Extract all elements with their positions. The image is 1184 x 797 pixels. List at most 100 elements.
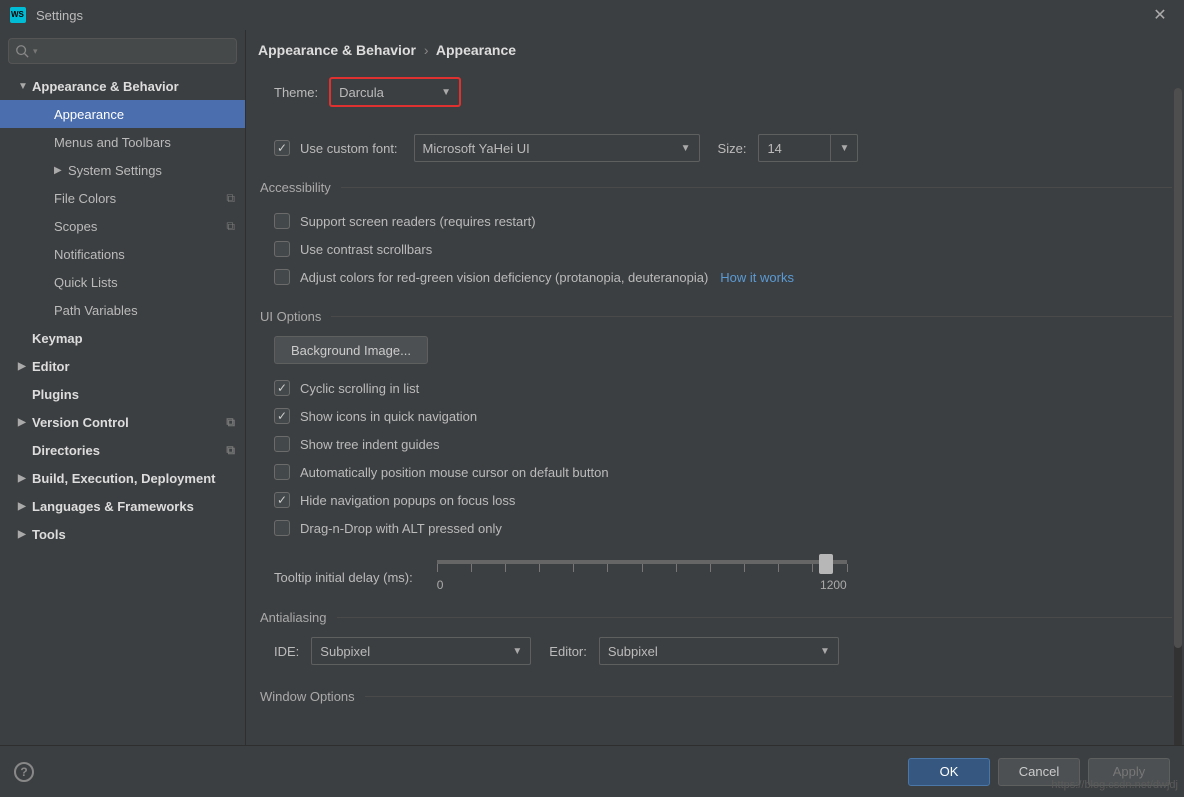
- sidebar-item-label: Quick Lists: [54, 275, 118, 290]
- dnd-alt-checkbox[interactable]: [274, 520, 290, 536]
- sidebar-item-file-colors[interactable]: File Colors⧉: [0, 184, 245, 212]
- sidebar-item-label: Plugins: [32, 387, 79, 402]
- section-window-options: Window Options: [260, 689, 1172, 704]
- screen-readers-checkbox[interactable]: [274, 213, 290, 229]
- tree-guides-checkbox[interactable]: [274, 436, 290, 452]
- slider-min: 0: [437, 578, 444, 592]
- sidebar-item-label: Languages & Frameworks: [32, 499, 194, 514]
- sidebar-item-label: Scopes: [54, 219, 97, 234]
- tree-guides-label: Show tree indent guides: [300, 437, 439, 452]
- sidebar-item-directories[interactable]: Directories ⧉: [0, 436, 245, 464]
- sidebar-item-label: Menus and Toolbars: [54, 135, 171, 150]
- dialog-footer: ? OK Cancel Apply: [0, 745, 1184, 797]
- chevron-right-icon: ▶: [18, 473, 28, 484]
- app-icon: [10, 7, 26, 23]
- sidebar-item-system-settings[interactable]: ▶System Settings: [0, 156, 245, 184]
- copy-icon: ⧉: [226, 415, 235, 430]
- sidebar-item-appearance[interactable]: Appearance: [0, 100, 245, 128]
- sidebar-item-appearance-behavior[interactable]: ▼ Appearance & Behavior: [0, 72, 245, 100]
- sidebar-item-label: Build, Execution, Deployment: [32, 471, 215, 486]
- title-bar: Settings ✕: [0, 0, 1184, 30]
- chevron-down-icon: ▼: [840, 143, 850, 154]
- theme-select[interactable]: Darcula ▼: [330, 78, 460, 106]
- chevron-right-icon: ▶: [54, 165, 64, 176]
- sidebar-item-version-control[interactable]: ▶ Version Control ⧉: [0, 408, 245, 436]
- copy-icon: ⧉: [226, 443, 235, 458]
- sidebar-item-path-variables[interactable]: Path Variables: [0, 296, 245, 324]
- search-icon: [15, 44, 29, 58]
- auto-cursor-checkbox[interactable]: [274, 464, 290, 480]
- sidebar-item-label: Directories: [32, 443, 100, 458]
- sidebar-item-menus-and-toolbars[interactable]: Menus and Toolbars: [0, 128, 245, 156]
- ok-button[interactable]: OK: [908, 758, 990, 786]
- chevron-right-icon: ▶: [18, 417, 28, 428]
- font-select[interactable]: Microsoft YaHei UI ▼: [414, 134, 700, 162]
- sidebar-item-languages-frameworks[interactable]: ▶ Languages & Frameworks: [0, 492, 245, 520]
- cyclic-scrolling-checkbox[interactable]: [274, 380, 290, 396]
- editor-aa-value: Subpixel: [608, 644, 658, 659]
- colorblind-checkbox[interactable]: [274, 269, 290, 285]
- chevron-right-icon: ▶: [18, 501, 28, 512]
- sidebar-item-label: Editor: [32, 359, 70, 374]
- icons-nav-checkbox[interactable]: [274, 408, 290, 424]
- sidebar-item-quick-lists[interactable]: Quick Lists: [0, 268, 245, 296]
- chevron-down-icon: ▼: [681, 143, 691, 154]
- sidebar-item-label: Appearance & Behavior: [32, 79, 179, 94]
- how-it-works-link[interactable]: How it works: [720, 270, 794, 285]
- font-size-value: 14: [767, 141, 781, 156]
- auto-cursor-label: Automatically position mouse cursor on d…: [300, 465, 609, 480]
- sidebar-item-scopes[interactable]: Scopes ⧉: [0, 212, 245, 240]
- sidebar-item-keymap[interactable]: Keymap: [0, 324, 245, 352]
- sidebar-item-editor[interactable]: ▶Editor: [0, 352, 245, 380]
- vertical-scrollbar[interactable]: [1174, 88, 1182, 745]
- ide-aa-label: IDE:: [274, 644, 299, 659]
- sidebar-item-build-execution-deployment[interactable]: ▶ Build, Execution, Deployment: [0, 464, 245, 492]
- contrast-scrollbars-checkbox[interactable]: [274, 241, 290, 257]
- background-image-button[interactable]: Background Image...: [274, 336, 428, 364]
- hide-popups-checkbox[interactable]: [274, 492, 290, 508]
- chevron-down-icon: ▼: [18, 81, 28, 92]
- sidebar-item-label: Path Variables: [54, 303, 138, 318]
- ide-aa-select[interactable]: Subpixel ▼: [311, 637, 531, 665]
- settings-content[interactable]: Theme: Darcula ▼ Use custom font: Micros…: [246, 72, 1184, 745]
- use-custom-font-label: Use custom font:: [300, 141, 398, 156]
- sidebar-item-tools[interactable]: ▶ Tools: [0, 520, 245, 548]
- main-panel: Appearance & Behavior › Appearance Theme…: [246, 30, 1184, 745]
- sidebar-item-plugins[interactable]: Plugins: [0, 380, 245, 408]
- tooltip-delay-slider[interactable]: 0 1200: [437, 552, 847, 592]
- sidebar: ▾ ▼ Appearance & Behavior Appearance Menus …: [0, 30, 246, 745]
- scrollbar-thumb[interactable]: [1174, 88, 1182, 648]
- font-size-label: Size:: [718, 141, 747, 156]
- search-input[interactable]: ▾: [8, 38, 237, 64]
- slider-max: 1200: [820, 578, 847, 592]
- chevron-down-icon: ▼: [512, 646, 522, 657]
- settings-tree: ▼ Appearance & Behavior Appearance Menus an…: [0, 72, 245, 745]
- slider-thumb[interactable]: [819, 554, 833, 574]
- sidebar-item-label: Tools: [32, 527, 66, 542]
- breadcrumb: Appearance & Behavior › Appearance: [246, 42, 1184, 72]
- section-ui-options: UI Options: [260, 309, 1172, 324]
- theme-label: Theme:: [274, 85, 318, 100]
- sidebar-item-label: Version Control: [32, 415, 129, 430]
- tooltip-delay-label: Tooltip initial delay (ms):: [274, 570, 413, 585]
- screen-readers-label: Support screen readers (requires restart…: [300, 214, 536, 229]
- sidebar-item-notifications[interactable]: Notifications: [0, 240, 245, 268]
- breadcrumb-current: Appearance: [436, 42, 516, 58]
- section-antialiasing: Antialiasing: [260, 610, 1172, 625]
- section-accessibility: Accessibility: [260, 180, 1172, 195]
- help-button[interactable]: ?: [14, 762, 34, 782]
- window-title: Settings: [36, 8, 83, 23]
- copy-icon: ⧉: [226, 219, 235, 234]
- chevron-right-icon: ▶: [18, 529, 28, 540]
- dnd-alt-label: Drag-n-Drop with ALT pressed only: [300, 521, 502, 536]
- breadcrumb-sep: ›: [424, 42, 429, 58]
- font-size-select[interactable]: 14 ▼: [758, 134, 858, 162]
- close-button[interactable]: ✕: [1146, 5, 1174, 25]
- font-value: Microsoft YaHei UI: [423, 141, 530, 156]
- editor-aa-label: Editor:: [549, 644, 587, 659]
- theme-value: Darcula: [339, 85, 384, 100]
- chevron-down-icon: ▼: [820, 646, 830, 657]
- sidebar-item-label: File Colors: [54, 191, 116, 206]
- use-custom-font-checkbox[interactable]: [274, 140, 290, 156]
- editor-aa-select[interactable]: Subpixel ▼: [599, 637, 839, 665]
